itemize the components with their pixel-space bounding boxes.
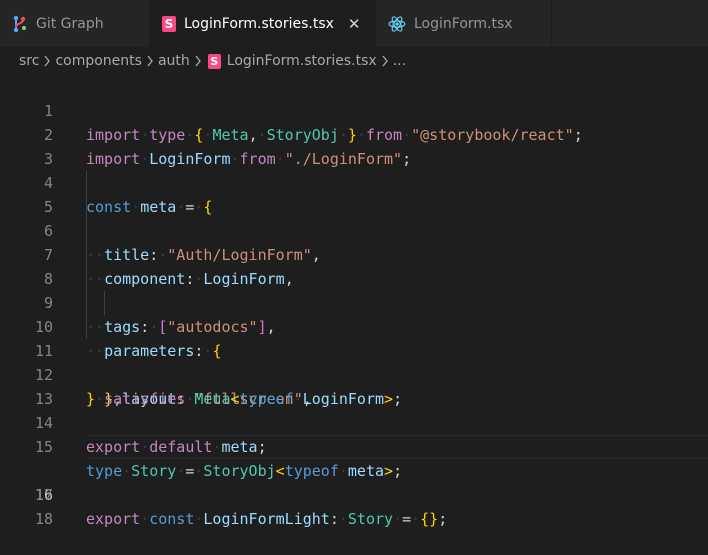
keyword: const (149, 510, 195, 528)
indent-guide (104, 291, 105, 315)
code-line: 18 (0, 483, 708, 528)
type-name: Story (347, 510, 394, 528)
indent-guide (86, 267, 87, 291)
indent-guide (86, 291, 87, 315)
line-number: 18 (34, 510, 53, 528)
breadcrumb-file[interactable]: LoginForm.stories.tsx (227, 53, 377, 69)
storybook-icon: S (162, 15, 176, 32)
current-line-highlight (84, 435, 708, 459)
code-line: 4 const·meta·=·{ (0, 147, 708, 216)
code-line: 12 }·satisfies·Meta<typeof·LoginForm>; (0, 339, 708, 408)
keyword: export (86, 510, 141, 528)
code-line: 6 ··component:·LoginForm, (0, 195, 708, 288)
indent-guide (86, 171, 87, 195)
code-editor[interactable]: 1 import·type·{·Meta,·StoryObj·}·from·"@… (0, 75, 708, 528)
breadcrumb-auth[interactable]: auth (158, 53, 190, 69)
indent-guide (86, 219, 87, 243)
bracket: {} (420, 510, 439, 528)
code-line: 8 ··tags:·["autodocs"], (0, 243, 708, 336)
breadcrumb: src components auth S LoginForm.stories.… (0, 47, 708, 75)
chevron-right-icon (146, 55, 154, 67)
git-graph-icon (12, 15, 28, 33)
code-line: 9 ··parameters:·{ (0, 267, 708, 360)
indent-guide (86, 195, 87, 219)
code-line: 1 import·type·{·Meta,·StoryObj·}·from·"@… (0, 75, 708, 144)
tab-loginform[interactable]: LoginForm.tsx (376, 0, 552, 47)
react-icon (388, 15, 406, 33)
tab-loginform-stories[interactable]: S LoginForm.stories.tsx ✕ (150, 0, 376, 47)
code-line: 10 ····layout:·"fullscreen", (0, 291, 708, 408)
code-line-current[interactable]: 16 (0, 435, 708, 504)
code-line: 15 type·Story·=·StoryObj<typeof·meta>; (0, 411, 708, 480)
breadcrumb-src[interactable]: src (19, 53, 39, 69)
tab-git-graph[interactable]: Git Graph (0, 0, 150, 47)
code-line: 5 ··title:·"Auth/LoginForm", (0, 171, 708, 264)
chevron-right-icon (194, 55, 202, 67)
indent-guide (86, 315, 87, 339)
tab-label: LoginForm.stories.tsx (184, 15, 334, 32)
code-line: 7 (0, 219, 708, 264)
code-line: 13 (0, 363, 708, 408)
tab-label: Git Graph (36, 15, 104, 32)
breadcrumb-components[interactable]: components (55, 53, 142, 69)
tab-bar: Git Graph S LoginForm.stories.tsx ✕ Logi… (0, 0, 708, 47)
breadcrumb-symbol[interactable]: ... (393, 53, 406, 69)
storybook-icon: S (207, 53, 221, 69)
chevron-right-icon (43, 55, 51, 67)
code-line: 14 export·default·meta; (0, 387, 708, 456)
tab-label: LoginForm.tsx (414, 15, 513, 32)
code-line: 3 (0, 123, 708, 168)
code-line: 2 import·LoginForm·from·"./LoginForm"; (0, 99, 708, 168)
close-icon[interactable]: ✕ (348, 15, 361, 33)
chevron-right-icon (381, 55, 389, 67)
code-line: 17 export·const·LoginFormLight:·Story·=·… (0, 459, 708, 528)
identifier: LoginFormLight (203, 510, 330, 528)
indent-guide (86, 243, 87, 267)
code-line: 11 ··}, (0, 315, 708, 408)
